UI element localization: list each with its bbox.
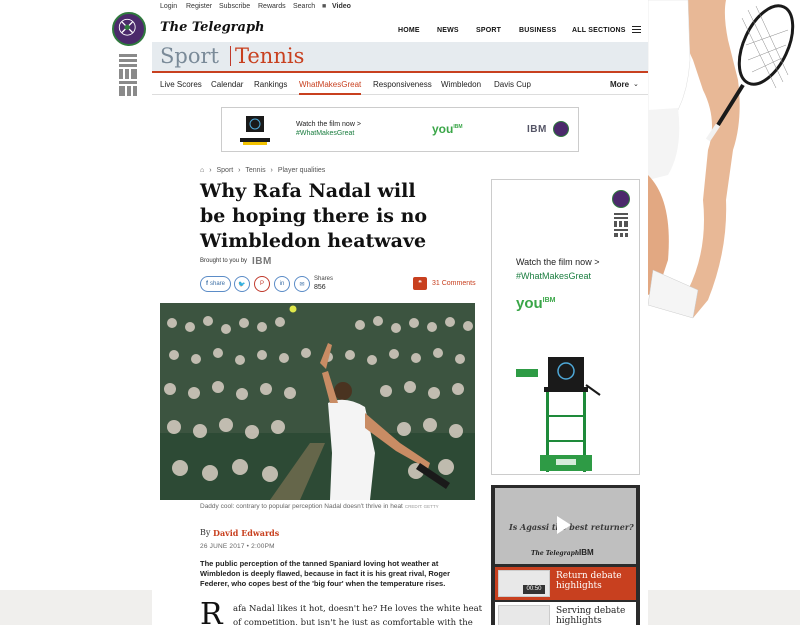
chevron-down-icon[interactable]: ⌄ bbox=[633, 80, 639, 88]
hero-caption: Daddy cool: contrary to popular percepti… bbox=[200, 503, 439, 510]
nav-all-sections[interactable]: ALL SECTIONS bbox=[572, 27, 626, 34]
video-duration: 00:50 bbox=[523, 585, 545, 594]
masthead: The Telegraph HOME NEWS SPORT BUSINESS A… bbox=[152, 16, 648, 42]
article-headline: Why Rafa Nadal will be hoping there is n… bbox=[200, 180, 428, 252]
email-share-button[interactable]: ✉ bbox=[294, 276, 310, 292]
banner-you-ibm: youIBM bbox=[432, 122, 463, 136]
tennis-player-left-image bbox=[0, 0, 152, 330]
home-icon[interactable]: ⌂ bbox=[200, 167, 204, 174]
hero-credit: CREDIT: GETTY bbox=[404, 504, 439, 509]
nav-home[interactable]: HOME bbox=[398, 27, 420, 34]
twitter-share-button[interactable]: 🐦 bbox=[234, 276, 250, 292]
mpu-you-ibm: youIBM bbox=[516, 295, 556, 312]
subnav-responsiveness[interactable]: Responsiveness bbox=[373, 80, 432, 89]
mpu-watch-text: Watch the film now > bbox=[516, 257, 600, 267]
subnav-more[interactable]: More bbox=[610, 80, 629, 89]
video-thumb-title: Is Agassi the best returner? bbox=[509, 522, 634, 532]
search-link[interactable]: Search bbox=[293, 3, 315, 10]
wimbledon-logo-icon bbox=[612, 190, 630, 208]
author-link[interactable]: David Edwards bbox=[213, 528, 279, 538]
pinterest-share-button[interactable]: P bbox=[254, 276, 270, 292]
hero-image bbox=[160, 303, 475, 500]
ibm-logo-icon bbox=[614, 213, 628, 237]
nav-business[interactable]: BUSINESS bbox=[519, 27, 556, 34]
sub-navigation: Live Scores Calendar Rankings WhatMakesG… bbox=[152, 73, 648, 95]
section-title[interactable]: Tennis bbox=[235, 44, 304, 68]
main-column: Login Register Subscribe Rewards Search … bbox=[152, 0, 648, 625]
hamburger-menu-icon[interactable] bbox=[632, 26, 641, 33]
article-standfirst: The public perception of the tanned Span… bbox=[200, 559, 451, 588]
shares-label: Shares bbox=[314, 276, 334, 282]
rewards-link[interactable]: Rewards bbox=[258, 3, 286, 10]
video-item-serving-debate[interactable]: Serving debate highlights bbox=[495, 602, 636, 625]
twitter-icon: 🐦 bbox=[238, 281, 246, 288]
tennis-player-right-image bbox=[648, 0, 795, 319]
nav-sport[interactable]: SPORT bbox=[476, 27, 501, 34]
section-parent-link[interactable]: Sport bbox=[160, 44, 219, 68]
video-playlist: Is Agassi the best returner? The Telegra… bbox=[491, 485, 640, 625]
email-icon: ✉ bbox=[299, 281, 305, 288]
wimbledon-logo-icon bbox=[112, 12, 146, 46]
mpu-hashtag: #WhatMakesGreat bbox=[516, 271, 592, 281]
video-item-title: Return debate highlights bbox=[556, 571, 622, 591]
subnav-whatmakesgreat[interactable]: WhatMakesGreat bbox=[299, 80, 362, 95]
ibm-mpu-ad[interactable]: Watch the film now > #WhatMakesGreat you… bbox=[491, 179, 640, 475]
video-item-return-debate[interactable]: 00:50 Return debate highlights bbox=[495, 567, 636, 600]
linkedin-share-button[interactable]: in bbox=[274, 276, 290, 292]
facebook-icon: f bbox=[205, 281, 208, 287]
section-header: Sport Tennis bbox=[152, 42, 648, 71]
utility-bar: Login Register Subscribe Rewards Search … bbox=[152, 0, 648, 14]
subscribe-link[interactable]: Subscribe bbox=[219, 3, 250, 10]
ibm-vertical-logo-icon bbox=[119, 54, 137, 96]
play-icon[interactable] bbox=[557, 516, 571, 534]
linkedin-icon: in bbox=[279, 281, 285, 287]
breadcrumb-tennis[interactable]: Tennis bbox=[245, 167, 265, 174]
video-item-thumbnail: 00:50 bbox=[498, 570, 550, 597]
comments-icon[interactable]: ❝ bbox=[413, 277, 427, 290]
video-player[interactable]: Is Agassi the best returner? The Telegra… bbox=[495, 488, 636, 564]
article-body: afa Nadal likes it hot, doesn't he? He l… bbox=[233, 604, 483, 625]
breadcrumb: ⌂ › Sport › Tennis › Player qualities bbox=[200, 167, 326, 174]
subnav-live-scores[interactable]: Live Scores bbox=[160, 80, 202, 89]
subnav-davis-cup[interactable]: Davis Cup bbox=[494, 80, 531, 89]
sponsor-label: Brought to you by bbox=[200, 258, 248, 264]
umpire-chair-icon bbox=[516, 357, 601, 472]
facebook-share-button[interactable]: f share bbox=[200, 276, 231, 292]
breadcrumb-sport[interactable]: Sport bbox=[216, 167, 233, 174]
video-brand: The Telegraph bbox=[531, 550, 580, 557]
page-skin-left bbox=[0, 0, 152, 625]
ibm-banner-ad[interactable]: Watch the film now > #WhatMakesGreat you… bbox=[221, 107, 579, 152]
banner-watch-text: Watch the film now > bbox=[296, 121, 361, 128]
pinterest-icon: P bbox=[259, 281, 264, 287]
subnav-wimbledon[interactable]: Wimbledon bbox=[441, 80, 481, 89]
drop-cap: R bbox=[200, 597, 223, 625]
nav-news[interactable]: NEWS bbox=[437, 27, 459, 34]
section-divider bbox=[230, 46, 231, 66]
comments-link[interactable]: 31 Comments bbox=[432, 280, 476, 287]
video-brand-ibm: IBM bbox=[579, 548, 594, 557]
banner-hashtag: #WhatMakesGreat bbox=[296, 130, 355, 137]
shares-count: 856 bbox=[314, 284, 326, 291]
umpire-chair-icon bbox=[240, 116, 270, 145]
subnav-calendar[interactable]: Calendar bbox=[211, 80, 243, 89]
publish-date: 26 JUNE 2017 • 2:00PM bbox=[200, 543, 275, 550]
video-item-title: Serving debate highlights bbox=[556, 606, 626, 625]
banner-wimbledon-icon bbox=[553, 121, 569, 137]
breadcrumb-player-qualities[interactable]: Player qualities bbox=[278, 167, 325, 174]
telegraph-logo[interactable]: The Telegraph bbox=[160, 20, 265, 35]
video-item-thumbnail bbox=[498, 605, 550, 625]
login-link[interactable]: Login bbox=[160, 3, 177, 10]
page-skin-right bbox=[648, 0, 800, 625]
banner-ibm-logo: IBM bbox=[527, 124, 547, 135]
video-camera-icon: ■ bbox=[322, 3, 327, 10]
sponsor-ibm-logo[interactable]: IBM bbox=[252, 256, 272, 267]
video-link[interactable]: Video bbox=[332, 3, 351, 10]
byline-prefix: By bbox=[200, 528, 211, 537]
subnav-rankings[interactable]: Rankings bbox=[254, 80, 287, 89]
register-link[interactable]: Register bbox=[186, 3, 212, 10]
